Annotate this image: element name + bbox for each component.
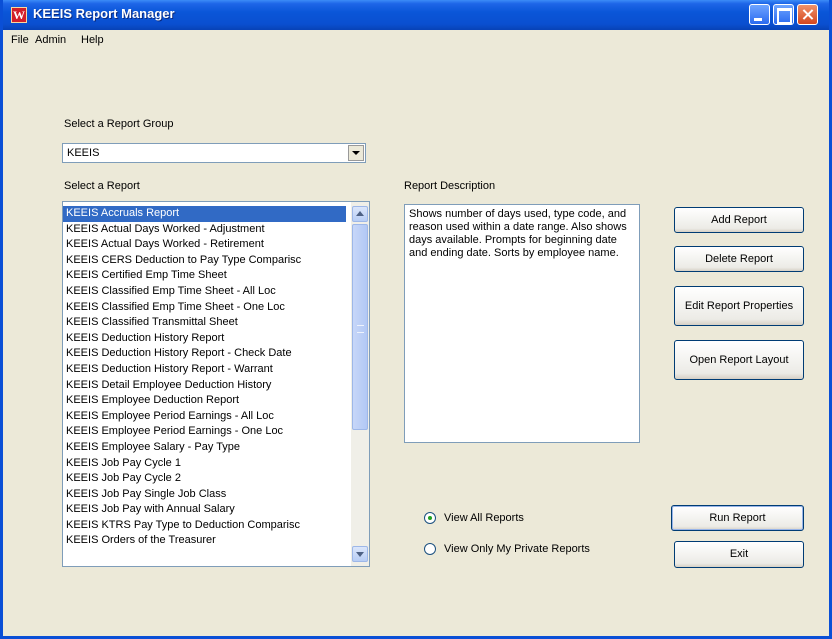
app-icon: W — [11, 7, 27, 23]
view-private-label: View Only My Private Reports — [444, 543, 590, 555]
report-group-value: KEEIS — [67, 147, 100, 159]
report-list-item[interactable]: KEEIS Job Pay Cycle 2 — [63, 471, 346, 487]
menu-file[interactable]: File — [11, 34, 29, 46]
report-list-item[interactable]: KEEIS Classified Emp Time Sheet - All Lo… — [63, 284, 346, 300]
view-all-label: View All Reports — [444, 512, 524, 524]
view-private-option[interactable]: View Only My Private Reports — [424, 543, 590, 555]
menu-bar: File Admin Help — [3, 30, 829, 52]
report-list-item[interactable]: KEEIS Actual Days Worked - Retirement — [63, 237, 346, 253]
run-report-button[interactable]: Run Report — [671, 505, 804, 531]
report-list-item[interactable]: KEEIS Employee Salary - Pay Type — [63, 440, 346, 456]
report-description-label: Report Description — [404, 180, 496, 192]
report-list-items: KEEIS Accruals Report KEEIS Actual Days W… — [63, 206, 346, 549]
report-list-item[interactable]: KEEIS Detail Employee Deduction History — [63, 378, 346, 394]
report-list-item[interactable]: KEEIS Job Pay Cycle 1 — [63, 456, 346, 472]
report-list-scrollbar[interactable] — [351, 202, 369, 566]
report-list-item[interactable]: KEEIS Employee Period Earnings - All Loc — [63, 409, 346, 425]
view-all-option[interactable]: View All Reports — [424, 512, 524, 524]
report-list-item[interactable]: KEEIS Certified Emp Time Sheet — [63, 268, 346, 284]
report-listbox[interactable]: KEEIS Accruals Report KEEIS Actual Days W… — [62, 201, 370, 567]
report-list-item[interactable]: KEEIS Deduction History Report - Warrant — [63, 362, 346, 378]
report-list-item[interactable]: KEEIS CERS Deduction to Pay Type Compari… — [63, 253, 346, 269]
report-list-item[interactable]: KEEIS Orders of the Treasurer — [63, 533, 346, 549]
report-list-item[interactable]: KEEIS Job Pay with Annual Salary — [63, 502, 346, 518]
view-private-radio[interactable] — [424, 543, 436, 555]
delete-report-button[interactable]: Delete Report — [674, 246, 804, 272]
report-manager-window: W KEEIS Report Manager File Admin Help S… — [0, 0, 832, 639]
view-all-radio[interactable] — [424, 512, 436, 524]
report-group-select[interactable]: KEEIS — [62, 143, 366, 163]
report-list-item[interactable]: KEEIS Actual Days Worked - Adjustment — [63, 222, 346, 238]
minimize-button[interactable] — [749, 4, 770, 25]
report-list-item[interactable]: KEEIS Classified Emp Time Sheet - One Lo… — [63, 300, 346, 316]
report-list-item[interactable]: KEEIS Job Pay Single Job Class — [63, 487, 346, 503]
title-bar[interactable]: W KEEIS Report Manager — [3, 0, 829, 30]
exit-button[interactable]: Exit — [674, 541, 804, 568]
scroll-thumb[interactable] — [352, 224, 368, 430]
report-list-item[interactable]: KEEIS Deduction History Report - Check D… — [63, 346, 346, 362]
dropdown-arrow-icon[interactable] — [348, 145, 364, 161]
report-list-item[interactable]: KEEIS Employee Deduction Report — [63, 393, 346, 409]
menu-help[interactable]: Help — [81, 34, 104, 46]
report-list-item[interactable]: KEEIS KTRS Pay Type to Deduction Compari… — [63, 518, 346, 534]
report-list-label: Select a Report — [64, 180, 140, 192]
maximize-button[interactable] — [773, 4, 794, 25]
add-report-button[interactable]: Add Report — [674, 207, 804, 233]
report-list-item[interactable]: KEEIS Accruals Report — [63, 206, 346, 222]
report-list-item[interactable]: KEEIS Classified Transmittal Sheet — [63, 315, 346, 331]
menu-admin[interactable]: Admin — [35, 34, 66, 46]
report-list-item[interactable]: KEEIS Employee Period Earnings - One Loc — [63, 424, 346, 440]
report-list-item[interactable]: KEEIS Deduction History Report — [63, 331, 346, 347]
report-description-box: Shows number of days used, type code, an… — [404, 204, 640, 443]
report-group-label: Select a Report Group — [64, 118, 174, 130]
scroll-up-icon[interactable] — [352, 206, 368, 222]
open-report-layout-button[interactable]: Open Report Layout — [674, 340, 804, 380]
edit-report-properties-button[interactable]: Edit Report Properties — [674, 286, 804, 326]
scroll-down-icon[interactable] — [352, 546, 368, 562]
close-button[interactable] — [797, 4, 818, 25]
window-title: KEEIS Report Manager — [33, 6, 175, 21]
